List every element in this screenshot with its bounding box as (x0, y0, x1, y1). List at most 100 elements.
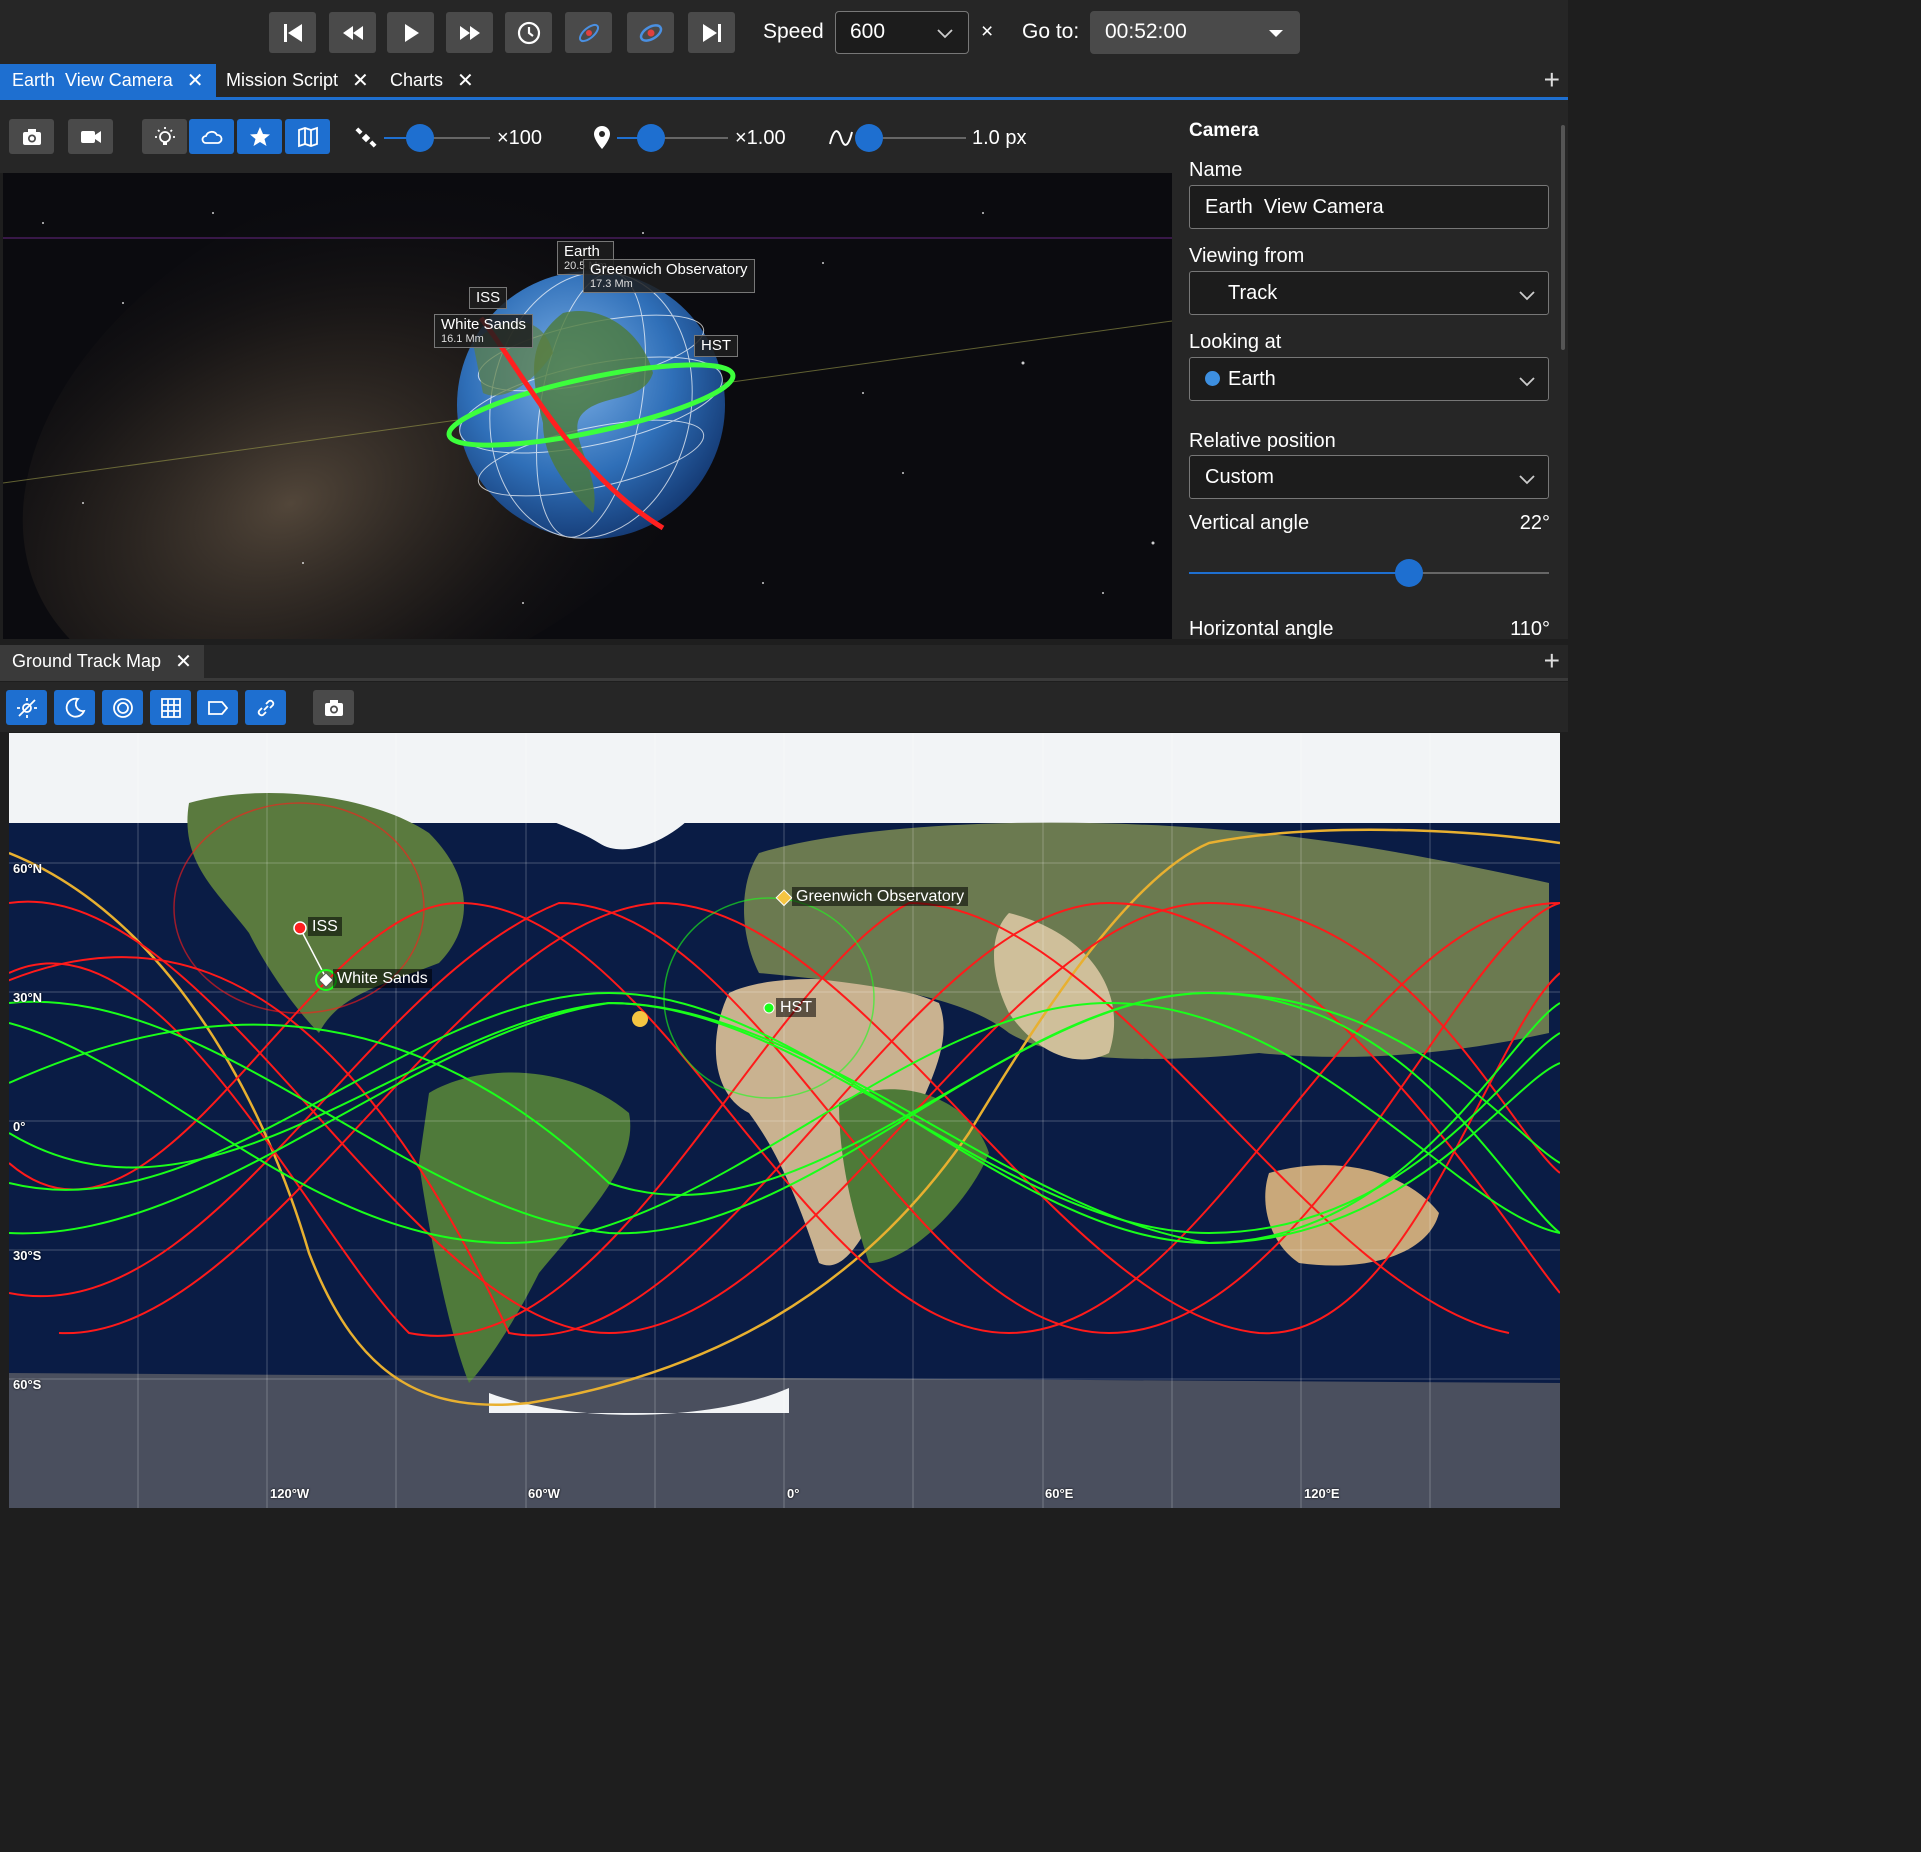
speed-value: 600 (850, 20, 886, 43)
vertical-angle-label: Vertical angle (1189, 512, 1310, 534)
lat-label-30n: 30°N (13, 990, 43, 1005)
grid-toggle[interactable] (150, 690, 191, 725)
hst-label: HST (694, 335, 738, 357)
viewing-from-label: Viewing from (1189, 245, 1305, 267)
greenwich-map-label[interactable]: Greenwich Observatory (792, 887, 969, 906)
add-tab-icon[interactable]: + (1544, 647, 1560, 675)
tag-icon (207, 700, 228, 715)
tab-mission-script[interactable]: Mission Script ✕ (214, 64, 381, 97)
lat-label-30s: 30°S (13, 1248, 42, 1263)
white-sands-label: White Sands 16.1 Mm (434, 314, 534, 348)
chevron-down-icon (937, 29, 953, 39)
lighting-toggle[interactable] (142, 119, 187, 154)
sun-toggle[interactable] (6, 690, 47, 725)
rewind-icon (342, 25, 363, 40)
iss-label-text: ISS (476, 289, 501, 306)
lon-label-120e: 120°E (1304, 1486, 1340, 1501)
iss-label: ISS (469, 287, 508, 309)
earth-label-text: Earth (564, 243, 600, 260)
cloud-icon (201, 130, 222, 144)
marker-value: ×1.00 (735, 127, 786, 149)
map-icon (297, 126, 318, 147)
camera-name-input[interactable]: Earth View Camera (1189, 185, 1549, 229)
chevron-down-icon (1519, 475, 1535, 485)
scale-value: ×100 (497, 127, 543, 149)
iss-map-label[interactable]: ISS (308, 917, 342, 936)
links-toggle[interactable] (245, 690, 286, 725)
greenwich-label-text: Greenwich Observatory (590, 261, 748, 278)
tab-charts[interactable]: Charts ✕ (378, 64, 486, 97)
sun-slash-icon (16, 697, 37, 718)
speed-select[interactable]: 600 (835, 11, 969, 54)
white-sands-distance: 16.1 Mm (441, 333, 484, 345)
earth-color-dot (1205, 371, 1220, 386)
horizontal-angle-label: Horizontal angle (1189, 618, 1334, 639)
map-screenshot-button[interactable] (313, 690, 354, 725)
tab-label: Ground Track Map (12, 651, 162, 671)
screenshot-button[interactable] (9, 119, 54, 154)
close-icon[interactable]: ✕ (187, 71, 204, 91)
moon-icon (65, 697, 85, 718)
chevron-down-icon (1519, 377, 1535, 387)
relative-position-select[interactable]: Custom (1189, 455, 1549, 499)
tab-earth-view-camera[interactable]: Earth View Camera ✕ (0, 64, 216, 97)
tab-label: Earth View Camera (12, 70, 173, 90)
orbit-view-button[interactable] (565, 12, 612, 53)
viewing-from-select[interactable]: Track (1189, 271, 1549, 315)
panel-scrollbar[interactable] (1561, 125, 1565, 350)
ground-track-map[interactable]: 60°N 30°N 0° 30°S 60°S 120°W 60°W 0° 60°… (9, 733, 1560, 1508)
close-icon[interactable]: ✕ (457, 71, 474, 91)
map-toggle[interactable] (285, 119, 330, 154)
play-button[interactable] (387, 12, 434, 53)
relative-position-value: Custom (1205, 466, 1274, 488)
night-toggle[interactable] (54, 690, 95, 725)
camera-icon (22, 128, 41, 145)
lat-label-60s: 60°S (13, 1377, 42, 1392)
lat-label-equator: 0° (13, 1119, 26, 1134)
goto-time-select[interactable]: 00:52:00 (1090, 11, 1300, 54)
caret-down-icon (1269, 30, 1283, 37)
line-width-icon (829, 130, 853, 146)
fast-forward-button[interactable] (446, 12, 493, 53)
skip-to-end-icon (702, 23, 721, 42)
vertical-angle-slider-knob[interactable] (1394, 559, 1423, 587)
labels-toggle[interactable] (197, 690, 238, 725)
line-slider-knob[interactable] (855, 124, 883, 152)
greenwich-distance: 17.3 Mm (590, 278, 633, 290)
lon-label-120w: 120°W (270, 1486, 310, 1501)
hst-map-label[interactable]: HST (776, 998, 816, 1017)
lon-label-0: 0° (787, 1486, 800, 1501)
add-tab-icon[interactable]: + (1544, 66, 1560, 94)
skip-to-start-button[interactable] (269, 12, 316, 53)
horizontal-angle-value: 110° (1510, 618, 1550, 639)
ground-track-toolbar (0, 682, 1568, 732)
grid-icon (160, 697, 181, 718)
fast-forward-icon (459, 25, 480, 40)
name-label: Name (1189, 159, 1243, 181)
scale-slider-knob[interactable] (406, 124, 434, 152)
looking-at-select[interactable]: Earth (1189, 357, 1549, 401)
orbit-focus-button[interactable] (627, 12, 674, 53)
camera-panel-title: Camera (1189, 120, 1259, 141)
record-button[interactable] (68, 119, 113, 154)
video-camera-icon (80, 130, 101, 143)
rewind-button[interactable] (329, 12, 376, 53)
close-icon[interactable]: ✕ (175, 652, 192, 672)
greenwich-label: Greenwich Observatory 17.3 Mm (583, 259, 755, 293)
marker-slider-knob[interactable] (637, 124, 665, 152)
clock-icon (517, 21, 540, 44)
skip-to-end-button[interactable] (688, 12, 735, 53)
3d-viewport[interactable]: Earth 20.5 Mm Greenwich Observatory 17.3… (3, 173, 1172, 639)
clouds-toggle[interactable] (189, 119, 234, 154)
close-icon[interactable]: ✕ (352, 71, 369, 91)
lightbulb-icon (154, 126, 175, 145)
chevron-down-icon (1519, 291, 1535, 301)
star-icon (249, 126, 270, 146)
target-icon (112, 697, 133, 718)
tab-label: Charts (390, 70, 444, 90)
white-sands-map-label[interactable]: White Sands (333, 969, 432, 988)
stars-toggle[interactable] (237, 119, 282, 154)
realtime-button[interactable] (505, 12, 552, 53)
tab-ground-track-map[interactable]: Ground Track Map ✕ (0, 645, 204, 678)
coverage-toggle[interactable] (102, 690, 143, 725)
